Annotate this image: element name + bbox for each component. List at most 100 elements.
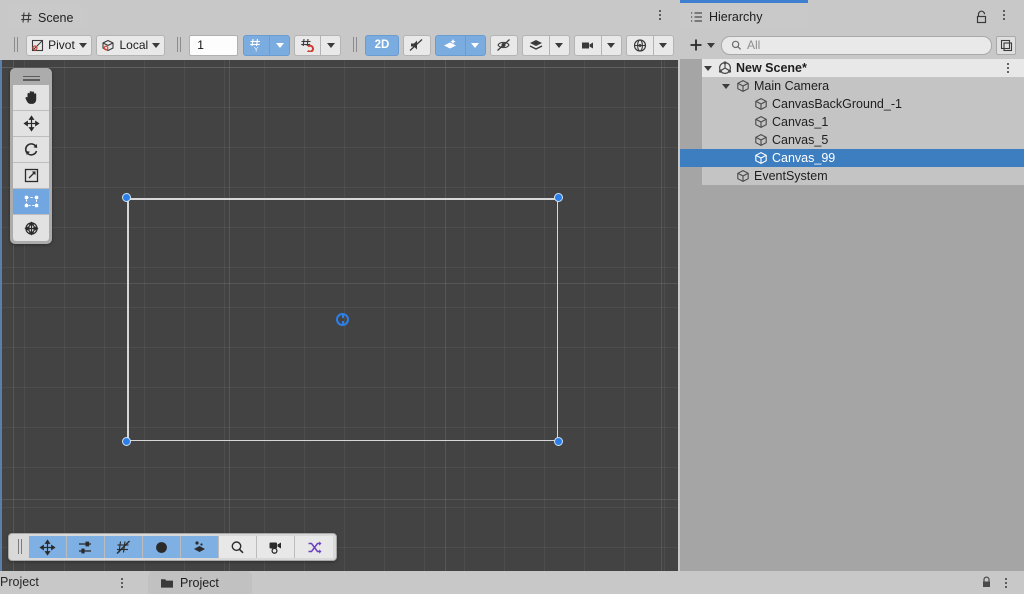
palette-drag-handle[interactable] [13,71,49,85]
effects-hidden-icon [496,38,512,52]
project-panel-kebab[interactable] [998,573,1014,593]
scene-row-kebab[interactable] [1000,59,1016,77]
transform-tool[interactable] [13,215,49,241]
hierarchy-row[interactable]: New Scene* [680,59,1024,77]
row-content: New Scene* [702,59,807,77]
scene-camera-button[interactable] [573,34,601,56]
shuffle-toggle[interactable] [295,536,333,558]
unity-editor-window: Scene Pivot Local 1 Y 2D Hierarchy All N… [0,0,1024,594]
grid-snap-button[interactable] [294,34,321,56]
bottom-left-kebab[interactable] [114,573,130,593]
gizmos-dropdown[interactable] [652,34,674,56]
particles-icon [191,539,208,556]
hierarchy-search-field[interactable] [721,35,992,55]
hierarchy-row[interactable]: Canvas_1 [680,113,1024,131]
chevron-down-icon [78,42,87,48]
hierarchy-row-label: CanvasBackGround_-1 [772,97,902,111]
scene-camera-dropdown[interactable] [600,34,622,56]
hierarchy-search-input[interactable] [747,38,982,52]
chevron-down-icon [607,42,616,48]
handle-space-button[interactable]: Local [96,34,166,56]
row-body: New Scene* [702,59,1024,77]
chevron-down-icon [704,65,712,71]
hierarchy-row[interactable]: Canvas_99 [680,149,1024,167]
gizmo-handle-top-left[interactable] [122,193,131,202]
scene-viewport[interactable] [0,60,678,571]
tab-hierarchy[interactable]: Hierarchy [680,3,808,30]
gizmo-handle-top-right[interactable] [554,193,563,202]
row-content: EventSystem [702,167,828,185]
gizmos-button[interactable] [625,34,653,56]
tab-project[interactable]: Project [148,571,252,594]
hierarchy-row[interactable]: Main Camera [680,77,1024,95]
hierarchy-row-label: Main Camera [754,79,830,93]
move-tool[interactable] [13,111,49,137]
camera-preview-toggle[interactable] [257,536,295,558]
row-content: Canvas_1 [702,113,828,131]
grid-size-field[interactable]: 1 [189,34,239,56]
search-toggle[interactable] [219,536,257,558]
scale-tool[interactable] [13,163,49,189]
lighting-dropdown[interactable] [464,34,486,56]
audio-toggle-button[interactable] [402,34,431,56]
rect-transform-gizmo[interactable] [122,193,563,446]
hierarchy-row[interactable]: EventSystem [680,167,1024,185]
gizmo-handle-bottom-left[interactable] [122,437,131,446]
scene-tab-kebab[interactable] [652,5,668,25]
grid-visibility-toggle[interactable] [105,536,143,558]
tab-scene-label: Scene [38,10,74,25]
gizmo-handle-bottom-right[interactable] [554,437,563,446]
hierarchy-toolbar [680,32,1024,58]
tab-scene[interactable]: Scene [8,5,88,30]
settings-sliders-toggle[interactable] [67,536,105,558]
rect-transform-icon [23,193,40,210]
layers-group [521,34,570,56]
mode-2d-button[interactable]: 2D [364,34,399,56]
hierarchy-sort-button[interactable] [996,35,1016,55]
chevron-down-icon [471,42,480,48]
foldout-expanded[interactable] [702,65,714,71]
chevron-down-icon [722,83,730,89]
layers-button[interactable] [521,34,549,56]
grid-axis-dropdown[interactable] [269,34,291,56]
hierarchy-row-label: Canvas_99 [772,151,836,165]
toolbar-grip-2 [173,37,185,53]
row-body: Canvas_1 [702,113,1024,131]
hierarchy-row[interactable]: Canvas_5 [680,131,1024,149]
grid-axis-button[interactable]: Y [243,34,270,56]
chevron-down-icon [707,42,715,48]
gizmo-pivot-handle[interactable] [336,313,349,326]
hand-tool[interactable] [13,85,49,111]
chevron-down-icon [555,42,564,48]
project-lock-button[interactable] [981,576,992,589]
gizmos-globe-icon [632,38,648,53]
rect-tool[interactable] [13,189,49,215]
gizmos-group [625,34,674,56]
move-arrows-icon [39,538,56,556]
mode-2d-label: 2D [374,39,390,51]
grid-axis-y-icon: Y [249,38,264,52]
lighting-toggle-button[interactable] [434,34,465,56]
rotate-tool[interactable] [13,137,49,163]
hierarchy-panel: Hierarchy All New Scene* Main Camera Can… [680,0,1024,571]
grid-snap-magnet-icon [300,38,315,52]
tab-hierarchy-label: Hierarchy [709,9,763,24]
pivot-mode-button[interactable]: Pivot [25,34,93,56]
hierarchy-tab-kebab[interactable] [996,5,1012,25]
hierarchy-lock-button[interactable] [975,10,988,24]
overlay-drag-handle[interactable] [14,539,25,555]
shading-toggle[interactable] [143,536,181,558]
grid-snap-dropdown[interactable] [320,34,342,56]
foldout-expanded[interactable] [720,83,732,89]
hierarchy-tree[interactable]: New Scene* Main Camera CanvasBackGround_… [680,59,1024,571]
hierarchy-row-label: Canvas_1 [772,115,829,129]
row-body: Main Camera [702,77,1024,95]
grid-icon [20,11,33,24]
particles-toggle[interactable] [181,536,219,558]
hierarchy-add-button[interactable] [686,35,717,55]
layers-dropdown[interactable] [548,34,570,56]
fx-toggle-button[interactable] [489,34,518,56]
move-gizmo-toggle[interactable] [29,536,67,558]
shuffle-icon [306,539,323,556]
hierarchy-row[interactable]: CanvasBackGround_-1 [680,95,1024,113]
